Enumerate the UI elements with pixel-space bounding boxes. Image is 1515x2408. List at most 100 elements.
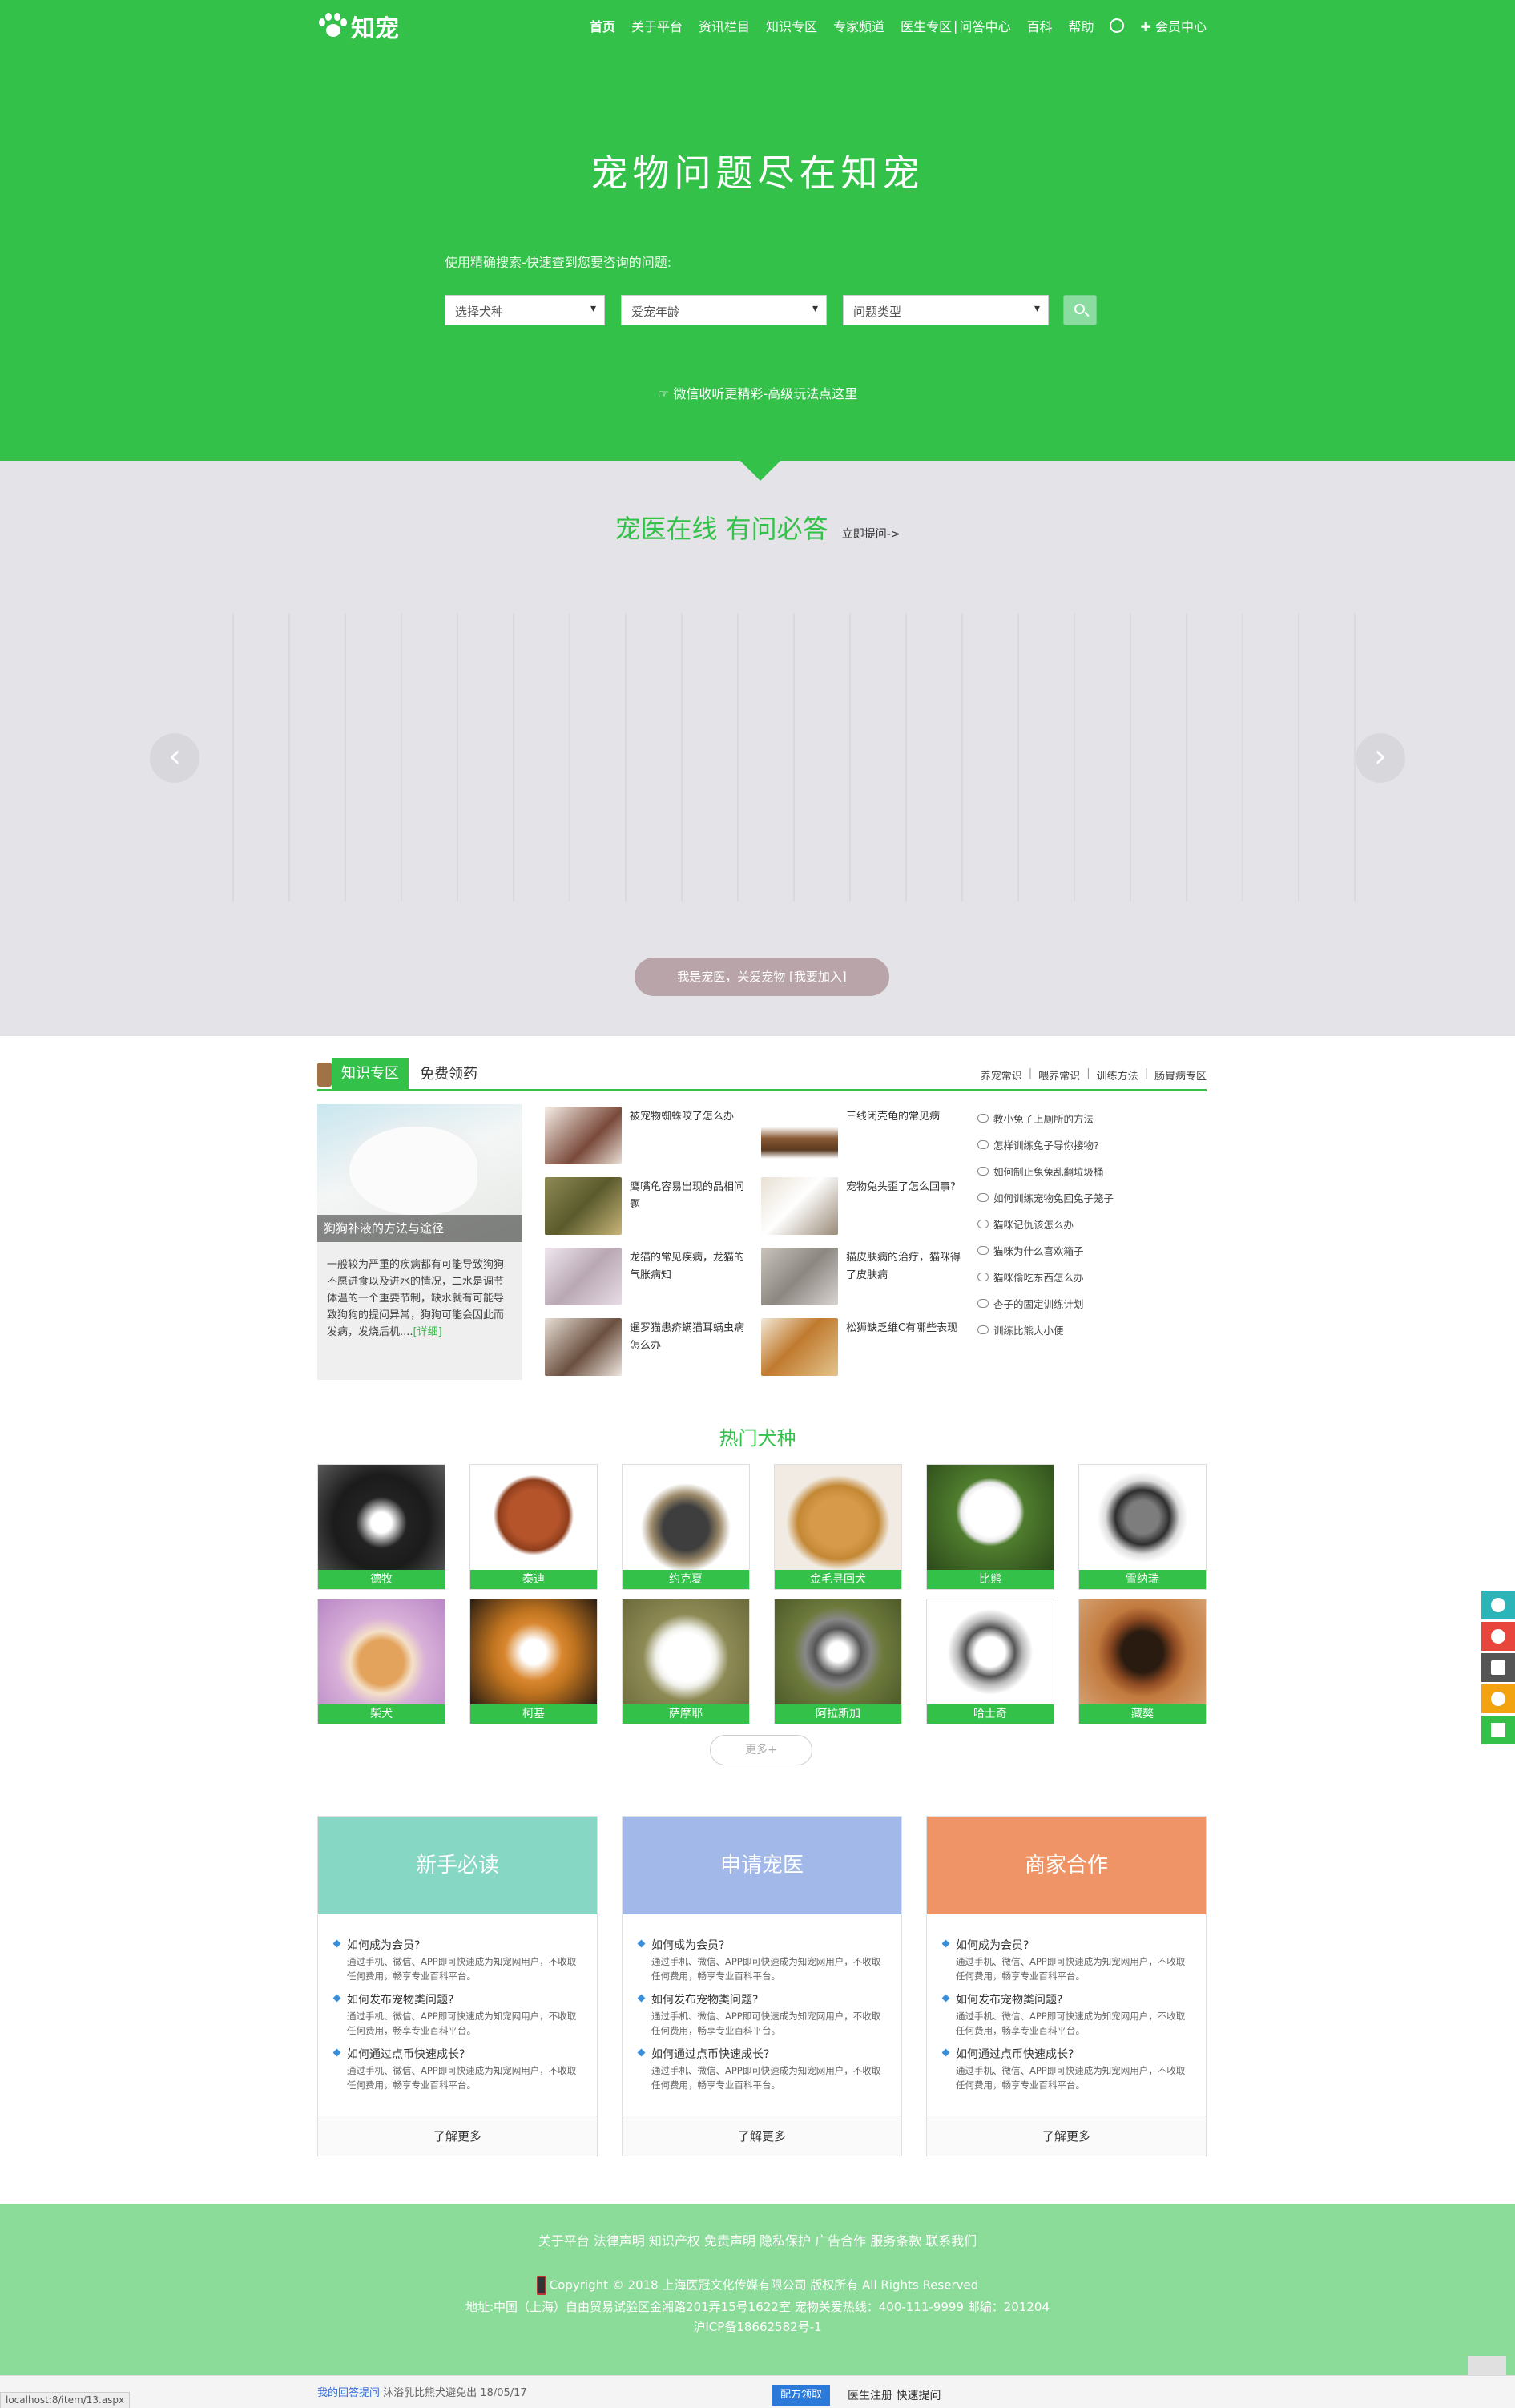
qa-item[interactable]: 杏子的固定训练计划 — [977, 1296, 1084, 1311]
ticker-link[interactable]: 我的回答提问 — [317, 2387, 380, 2399]
qa-item[interactable]: 猫咪记仇该怎么办 — [977, 1216, 1074, 1232]
globe-icon[interactable] — [1110, 18, 1125, 33]
ticker[interactable]: 我的回答提问 沐浴乳比熊犬避免出 18/05/17 — [317, 2384, 527, 2399]
chat-bubble-icon — [977, 1246, 989, 1255]
chat-bubble-icon — [977, 1299, 989, 1308]
qrcode-icon[interactable] — [1481, 1716, 1515, 1744]
more-breeds-button[interactable]: 更多+ — [710, 1735, 812, 1765]
hero-slogan: 宠物问题尽在知宠 — [590, 151, 925, 195]
knowledge-tab[interactable]: 知识专区 — [332, 1058, 409, 1089]
nav-home[interactable]: 首页 — [590, 16, 615, 35]
card-question[interactable]: 如何通过点币快速成长? — [637, 2046, 887, 2062]
learn-more-button[interactable]: 了解更多 — [318, 2116, 597, 2156]
card-question[interactable]: 如何通过点币快速成长? — [332, 2046, 582, 2062]
chat-bubble-icon — [977, 1193, 989, 1202]
link-stomach[interactable]: 肠胃病专区 — [1154, 1067, 1207, 1083]
breed-card[interactable]: 约克夏 — [622, 1464, 750, 1590]
nav-about[interactable]: 关于平台 — [631, 16, 683, 35]
breed-card[interactable]: 泰迪 — [469, 1464, 598, 1590]
learn-more-button[interactable]: 了解更多 — [623, 2116, 901, 2156]
link-feeding[interactable]: 喂养常识 — [1038, 1067, 1080, 1083]
formula-button[interactable]: 配方领取 — [772, 2385, 831, 2406]
breed-select[interactable]: 选择犬种 — [445, 295, 605, 325]
qa-item[interactable]: 如何制止兔兔乱翻垃圾桶 — [977, 1164, 1104, 1179]
card-question[interactable]: 如何发布宠物类问题? — [637, 1991, 887, 2007]
feature-more-link[interactable]: [详细] — [413, 1326, 442, 1338]
join-vet-button[interactable]: 我是宠医，关爱宠物 [我要加入] — [635, 958, 889, 996]
learn-more-button[interactable]: 了解更多 — [927, 2116, 1206, 2156]
wechat-tip[interactable]: ☞ 微信收听更精彩-高级玩法点这里 — [0, 383, 1515, 402]
news-item[interactable]: 三线闭壳龟的常见病 — [761, 1107, 969, 1164]
nav-knowledge[interactable]: 知识专区 — [766, 16, 817, 35]
news-item[interactable]: 猫皮肤病的治疗，猫咪得了皮肤病 — [761, 1248, 969, 1305]
pointing-hand-icon: ☞ — [657, 386, 674, 401]
breed-photo — [775, 1465, 901, 1570]
card-answer: 通过手机、微信、APP即可快速成为知宠网用户，不收取任何费用，畅享专业百科平台。 — [651, 1956, 881, 1982]
breed-card[interactable]: 雪纳瑞 — [1078, 1464, 1207, 1590]
phone-side-icon[interactable] — [1481, 1591, 1515, 1619]
breed-card[interactable]: 哈士奇 — [926, 1599, 1054, 1724]
card-title[interactable]: 商家合作 — [927, 1817, 1206, 1914]
card-question[interactable]: 如何成为会员? — [637, 1937, 887, 1953]
card-title[interactable]: 新手必读 — [318, 1817, 597, 1914]
breed-card[interactable]: 柴犬 — [317, 1599, 445, 1724]
feature-article[interactable]: 狗狗补液的方法与途径 一般较为严重的疾病都有可能导致狗狗不愿进食以及进水的情况，… — [317, 1104, 522, 1380]
apply-vet-card: 申请宠医 如何成为会员? 通过手机、微信、APP即可快速成为知宠网用户，不收取任… — [622, 1816, 902, 2156]
qa-item[interactable]: 教小兔子上厕所的方法 — [977, 1111, 1094, 1126]
link-pet-knowledge[interactable]: 养宠常识 — [981, 1067, 1022, 1083]
nav-wiki[interactable]: 百科 — [1026, 16, 1052, 35]
qa-item[interactable]: 如何训练宠物兔回兔子笼子 — [977, 1190, 1114, 1205]
qq-icon[interactable] — [1481, 1622, 1515, 1651]
bottom-bar: 我的回答提问 沐浴乳比熊犬避免出 18/05/17 配方领取 医生注册 快速提问… — [0, 2375, 1515, 2408]
wechat-icon[interactable] — [1481, 1684, 1515, 1713]
breed-card[interactable]: 金毛寻回犬 — [774, 1464, 902, 1590]
footer-copyright: Copyright © 2018 上海医冠文化传媒有限公司 版权所有 All R… — [0, 2276, 1515, 2295]
carousel-prev-button[interactable]: ‹ — [150, 733, 199, 783]
card-question[interactable]: 如何成为会员? — [332, 1937, 582, 1953]
news-item[interactable]: 宠物兔头歪了怎么回事? — [761, 1177, 969, 1235]
breed-card[interactable]: 比熊 — [926, 1464, 1054, 1590]
card-question[interactable]: 如何成为会员? — [941, 1937, 1191, 1953]
nav-doctors[interactable]: 医生专区 — [901, 16, 952, 35]
news-item[interactable]: 被宠物蜘蛛咬了怎么办 — [545, 1107, 753, 1164]
site-logo[interactable]: 知宠 — [317, 11, 399, 43]
chat-bubble-icon — [977, 1325, 989, 1334]
vet-carousel — [216, 613, 1402, 901]
nav-member[interactable]: ✚ 会员中心 — [1140, 16, 1207, 35]
qa-item[interactable]: 怎样训练兔子导你接物? — [977, 1137, 1099, 1152]
message-icon[interactable] — [1481, 1653, 1515, 1682]
card-question[interactable]: 如何发布宠物类问题? — [941, 1991, 1191, 2007]
carousel-next-button[interactable]: › — [1356, 733, 1405, 783]
footer-icp[interactable]: 沪ICP备18662582号-1 — [0, 2318, 1515, 2335]
ask-now-link[interactable]: 立即提问-> — [842, 528, 901, 541]
card-question[interactable]: 如何通过点币快速成长? — [941, 2046, 1191, 2062]
breed-card[interactable]: 阿拉斯加 — [774, 1599, 902, 1724]
news-item[interactable]: 鹰嘴龟容易出现的品相问题 — [545, 1177, 753, 1235]
footer-links[interactable]: 关于平台 法律声明 知识产权 免责声明 隐私保护 广告合作 服务条款 联系我们 — [0, 2230, 1515, 2249]
breed-card[interactable]: 德牧 — [317, 1464, 445, 1590]
news-item[interactable]: 松狮缺乏维C有哪些表现 — [761, 1318, 969, 1376]
breed-card[interactable]: 藏獒 — [1078, 1599, 1207, 1724]
age-select[interactable]: 爱宠年龄 — [621, 295, 827, 325]
breed-card[interactable]: 柯基 — [469, 1599, 598, 1724]
nav-news[interactable]: 资讯栏目 — [699, 16, 750, 35]
type-select[interactable]: 问题类型 — [843, 295, 1049, 325]
bottom-links[interactable]: 医生注册 快速提问 — [848, 2387, 941, 2403]
nav-help[interactable]: 帮助 — [1068, 16, 1094, 35]
qa-item[interactable]: 猫咪为什么喜欢箱子 — [977, 1243, 1084, 1258]
card-title[interactable]: 申请宠医 — [623, 1817, 901, 1914]
link-training[interactable]: 训练方法 — [1097, 1067, 1138, 1083]
card-question[interactable]: 如何发布宠物类问题? — [332, 1991, 582, 2007]
pet-icon — [317, 1063, 332, 1087]
qa-item[interactable]: 训练比熊大小便 — [977, 1322, 1064, 1337]
qa-item[interactable]: 猫咪偷吃东西怎么办 — [977, 1269, 1084, 1285]
breed-card[interactable]: 萨摩耶 — [622, 1599, 750, 1724]
news-item[interactable]: 龙猫的常见疾病，龙猫的气胀病知 — [545, 1248, 753, 1305]
nav-qa[interactable]: 问答中心 — [959, 16, 1010, 35]
card-answer: 通过手机、微信、APP即可快速成为知宠网用户，不收取任何费用，畅享专业百科平台。 — [347, 2065, 577, 2091]
news-thumb — [545, 1248, 622, 1305]
news-item[interactable]: 暹罗猫患疥螨猫耳螨虫病怎么办 — [545, 1318, 753, 1376]
search-button[interactable] — [1063, 295, 1097, 325]
nav-experts[interactable]: 专家频道 — [833, 16, 884, 35]
free-medicine-tab[interactable]: 免费领药 — [420, 1058, 477, 1091]
